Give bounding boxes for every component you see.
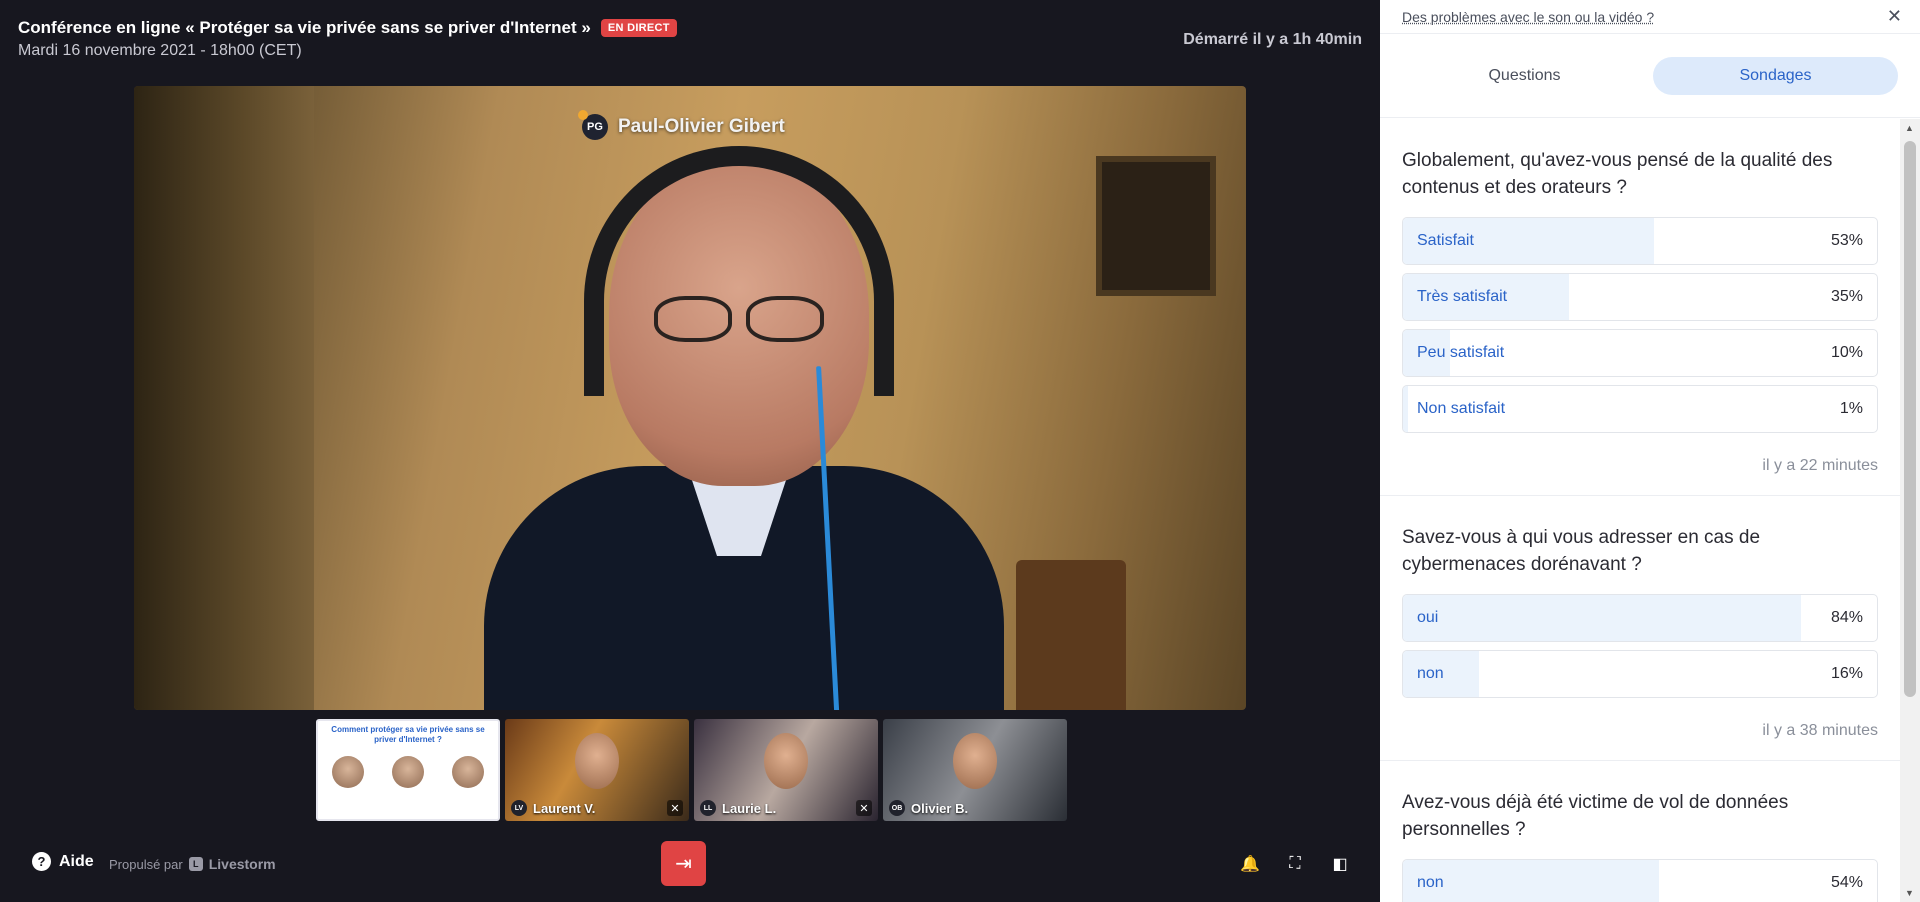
poll-option-label: Très satisfait: [1417, 288, 1508, 305]
panel-topbar: Des problèmes avec le son ou la vidéo ? …: [1380, 0, 1920, 34]
participant-name: Laurie L.: [722, 800, 777, 816]
poll-question: Savez-vous à qui vous adresser en cas de…: [1402, 527, 1761, 575]
scroll-thumb[interactable]: [1904, 141, 1916, 697]
participant-face: [764, 733, 808, 789]
sidebar-toggle-icon: ◧: [1332, 856, 1348, 873]
poll-option[interactable]: non 16%: [1402, 650, 1878, 698]
bell-icon: 🔔: [1240, 856, 1260, 873]
footer-bar: ? Aide Propulsé par L Livestorm ⇥ 🔔 ⛶ ◧: [0, 832, 1380, 902]
slide-title: Comment protéger sa vie privée sans se p…: [331, 725, 485, 744]
poll-option-percent: 35%: [1830, 288, 1863, 305]
panel-scrollbar[interactable]: ▲ ▼: [1900, 119, 1920, 902]
mic-muted-icon: ✕: [856, 800, 872, 816]
slide-faces: [318, 756, 498, 789]
poll-card: Savez-vous à qui vous adresser en cas de…: [1380, 496, 1900, 761]
polls-list[interactable]: Globalement, qu'avez-vous pensé de la qu…: [1380, 119, 1900, 902]
participant-label: OB Olivier B.: [889, 800, 968, 816]
help-icon: ?: [32, 852, 51, 871]
speaker-figure: [454, 126, 1014, 710]
powered-by[interactable]: Propulsé par L Livestorm: [109, 856, 276, 872]
fullscreen-icon: ⛶: [1289, 855, 1301, 872]
poll-option-label: oui: [1417, 609, 1439, 626]
thumbnail-slide[interactable]: Comment protéger sa vie privée sans se p…: [316, 719, 500, 821]
participant-name: Olivier B.: [911, 800, 969, 816]
thumbnail-participant[interactable]: OB Olivier B.: [883, 719, 1067, 821]
av-issues-link[interactable]: Des problèmes avec le son ou la vidéo ?: [1402, 9, 1654, 25]
panel-tabs: Questions Sondages: [1380, 34, 1920, 118]
background-door: [134, 86, 314, 710]
help-button[interactable]: ? Aide: [32, 852, 94, 871]
leave-button[interactable]: ⇥: [661, 841, 706, 886]
poll-option-label: Satisfait: [1417, 232, 1474, 249]
poll-option[interactable]: non 54%: [1402, 859, 1878, 902]
poll-option[interactable]: oui 84%: [1402, 594, 1878, 642]
poll-card: Globalement, qu'avez-vous pensé de la qu…: [1380, 119, 1900, 496]
help-label: Aide: [59, 852, 94, 870]
poll-option-bar: [1403, 595, 1802, 641]
event-title: Conférence en ligne « Protéger sa vie pr…: [18, 18, 591, 37]
participant-avatar: LV: [511, 800, 527, 816]
main-video[interactable]: [134, 86, 1246, 710]
poll-option-bar: [1403, 386, 1408, 432]
participant-label: LV Laurent V.: [511, 800, 595, 816]
brand-name: Livestorm: [208, 856, 276, 872]
participant-strip: Comment protéger sa vie privée sans se p…: [316, 719, 1067, 821]
poll-option[interactable]: Non satisfait 1%: [1402, 385, 1878, 433]
live-badge: EN DIRECT: [600, 19, 677, 37]
title-row: Conférence en ligne « Protéger sa vie pr…: [18, 18, 677, 38]
poll-option-percent: 16%: [1830, 665, 1863, 682]
livestorm-logo-icon: L: [188, 857, 203, 871]
participant-name: Laurent V.: [533, 800, 596, 816]
poll-option-percent: 84%: [1830, 609, 1863, 626]
speaking-indicator: [578, 110, 588, 120]
participant-label: LL Laurie L.: [700, 800, 776, 816]
poll-question: Avez-vous déjà été victime de vol de don…: [1402, 792, 1789, 840]
poll-card: Avez-vous déjà été victime de vol de don…: [1380, 761, 1900, 902]
toggle-sidebar-button[interactable]: ◧: [1330, 854, 1350, 874]
thumbnail-participant[interactable]: LL Laurie L. ✕: [694, 719, 878, 821]
background-frame: [1096, 156, 1216, 296]
background-chair: [1016, 560, 1126, 710]
poll-timestamp: il y a 22 minutes: [1762, 457, 1878, 474]
poll-option-percent: 53%: [1830, 232, 1863, 249]
glasses: [654, 296, 824, 342]
participant-face: [953, 733, 997, 789]
side-panel: Des problèmes avec le son ou la vidéo ? …: [1380, 0, 1920, 902]
poll-option-label: Non satisfait: [1417, 400, 1506, 417]
speaker-name: Paul-Olivier Gibert: [618, 116, 785, 137]
scroll-down-icon[interactable]: ▼: [1905, 888, 1914, 898]
headphones: [584, 146, 894, 396]
participant-avatar: LL: [700, 800, 716, 816]
powered-by-label: Propulsé par: [109, 856, 183, 872]
notifications-button[interactable]: 🔔: [1240, 854, 1260, 874]
event-date: Mardi 16 novembre 2021 - 18h00 (CET): [18, 42, 302, 59]
close-icon[interactable]: ✕: [1887, 6, 1902, 27]
scroll-up-icon[interactable]: ▲: [1905, 123, 1914, 133]
poll-timestamp: il y a 38 minutes: [1762, 722, 1878, 739]
thumbnail-participant[interactable]: LV Laurent V. ✕: [505, 719, 689, 821]
poll-option[interactable]: Très satisfait 35%: [1402, 273, 1878, 321]
poll-option[interactable]: Satisfait 53%: [1402, 217, 1878, 265]
poll-option-label: non: [1417, 665, 1444, 682]
exit-icon: ⇥: [675, 853, 692, 875]
poll-option-percent: 10%: [1830, 344, 1863, 361]
poll-option[interactable]: Peu satisfait 10%: [1402, 329, 1878, 377]
poll-option-percent: 54%: [1830, 874, 1863, 891]
tab-questions[interactable]: Questions: [1402, 57, 1647, 95]
elapsed-time: Démarré il y a 1h 40min: [1183, 31, 1362, 48]
speaker-tag: PG Paul-Olivier Gibert: [578, 110, 785, 140]
stage-area: Conférence en ligne « Protéger sa vie pr…: [0, 0, 1380, 902]
poll-option-label: Peu satisfait: [1417, 344, 1505, 361]
speaker-avatar: PG: [578, 110, 608, 140]
participant-avatar: OB: [889, 800, 905, 816]
participant-face: [575, 733, 619, 789]
fullscreen-button[interactable]: ⛶: [1285, 854, 1305, 874]
poll-question: Globalement, qu'avez-vous pensé de la qu…: [1402, 150, 1833, 198]
poll-option-label: non: [1417, 874, 1444, 891]
mic-muted-icon: ✕: [667, 800, 683, 816]
poll-option-percent: 1%: [1839, 400, 1863, 417]
speaker-initials: PG: [587, 121, 603, 133]
tab-sondages[interactable]: Sondages: [1653, 56, 1898, 95]
